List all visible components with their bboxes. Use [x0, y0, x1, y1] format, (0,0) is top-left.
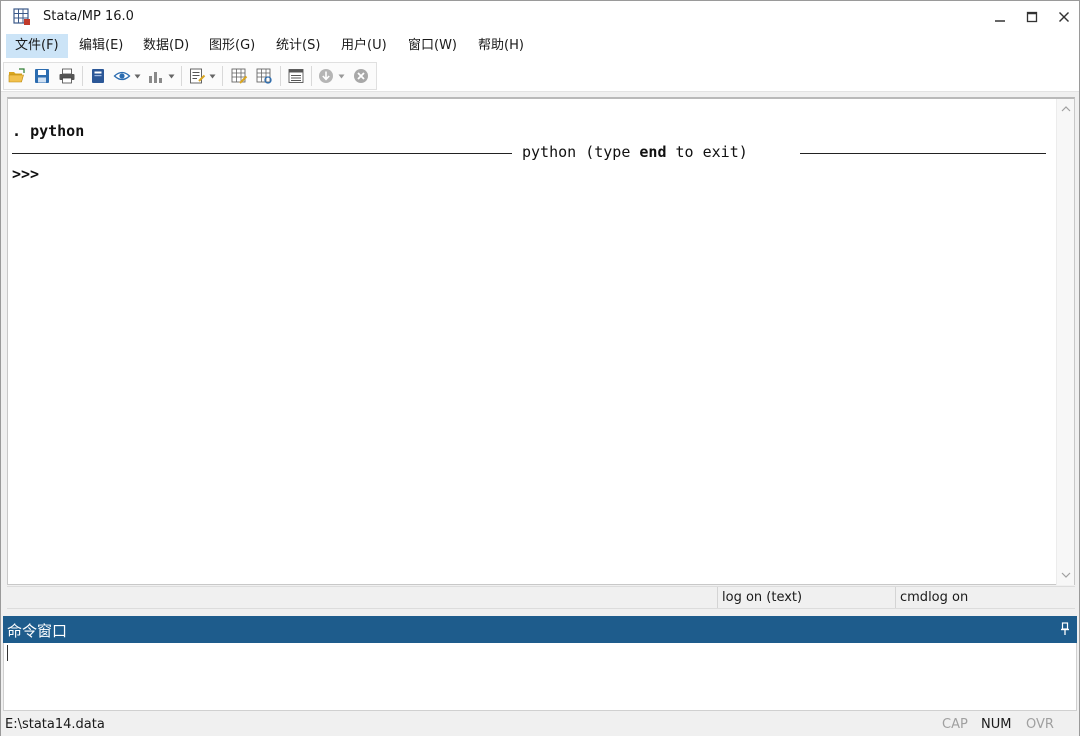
menu-user[interactable]: 用户(U): [332, 34, 396, 58]
viewer-icon[interactable]: [113, 67, 131, 85]
command-input[interactable]: [3, 643, 1077, 711]
text-caret: [7, 645, 8, 661]
cap-indicator: CAP: [942, 717, 968, 732]
scroll-down-icon[interactable]: [1061, 571, 1071, 579]
toolbar: [1, 60, 1079, 92]
results-status-row: log on (text) cmdlog on: [7, 586, 1075, 609]
toolbar-separator: [222, 66, 223, 86]
toolbar-separator: [311, 66, 312, 86]
menu-graphics[interactable]: 图形(G): [200, 34, 264, 58]
more-dropdown-icon[interactable]: [338, 74, 345, 79]
window-title: Stata/MP 16.0: [43, 9, 134, 24]
menu-help[interactable]: 帮助(H): [469, 34, 533, 58]
scroll-up-icon[interactable]: [1061, 105, 1071, 113]
graph-icon[interactable]: [147, 67, 165, 85]
maximize-icon: [1026, 11, 1038, 22]
results-command-line: . python: [12, 122, 84, 140]
graph-dropdown-icon[interactable]: [168, 74, 175, 79]
log-icon[interactable]: [89, 67, 107, 85]
pin-icon[interactable]: [1059, 622, 1071, 636]
menu-bar: 文件(F) 编辑(E) 数据(D) 图形(G) 统计(S) 用户(U) 窗口(W…: [1, 32, 1079, 60]
cmdlog-status: cmdlog on: [895, 587, 1073, 608]
menu-window[interactable]: 窗口(W): [399, 34, 466, 58]
status-bar: E:\stata14.data CAP NUM OVR: [1, 712, 1079, 736]
banner-end-keyword: end: [639, 143, 667, 161]
python-banner: python (type end to exit): [522, 143, 748, 161]
num-indicator: NUM: [981, 717, 1012, 732]
open-folder-icon[interactable]: [8, 67, 26, 85]
ovr-indicator: OVR: [1026, 717, 1054, 732]
banner-pre: python (type: [522, 143, 640, 161]
close-icon: [1059, 11, 1069, 22]
data-browser-icon[interactable]: [255, 67, 273, 85]
variables-manager-icon[interactable]: [287, 67, 305, 85]
command-text: python: [30, 122, 85, 140]
toolbar-separator: [181, 66, 182, 86]
banner-rule-right: [800, 153, 1046, 154]
break-icon[interactable]: [352, 67, 370, 85]
toolbar-separator: [82, 66, 83, 86]
menu-file[interactable]: 文件(F): [6, 34, 68, 58]
stata-main-window: Stata/MP 16.0 文件(F) 编辑(E) 数据(D) 图形(G) 统计…: [0, 0, 1080, 736]
command-prefix: .: [12, 122, 31, 140]
do-file-editor-icon[interactable]: [188, 67, 206, 85]
more-icon[interactable]: [317, 67, 335, 85]
data-editor-icon[interactable]: [230, 67, 248, 85]
banner-post: to exit): [666, 143, 748, 161]
do-file-dropdown-icon[interactable]: [209, 74, 216, 79]
save-icon[interactable]: [33, 67, 51, 85]
command-window-title: 命令窗口: [7, 622, 68, 640]
python-prompt: >>>: [12, 165, 40, 183]
close-button[interactable]: [1047, 1, 1080, 32]
stata-app-icon: [13, 8, 30, 25]
title-bar: Stata/MP 16.0: [1, 1, 1079, 32]
print-icon[interactable]: [58, 67, 76, 85]
command-window-header: 命令窗口: [3, 616, 1077, 643]
log-status: log on (text): [717, 587, 895, 608]
toolbar-separator: [280, 66, 281, 86]
menu-statistics[interactable]: 统计(S): [267, 34, 329, 58]
banner-rule-left: [12, 153, 512, 154]
minimize-icon: [995, 19, 1005, 22]
results-scrollbar[interactable]: [1056, 99, 1074, 585]
working-directory: E:\stata14.data: [5, 717, 105, 732]
menu-edit[interactable]: 编辑(E): [70, 34, 132, 58]
menu-data[interactable]: 数据(D): [134, 34, 198, 58]
viewer-dropdown-icon[interactable]: [134, 74, 141, 79]
results-window[interactable]: . python python (type end to exit) >>>: [7, 97, 1075, 585]
minimize-button[interactable]: [983, 1, 1017, 32]
maximize-button[interactable]: [1015, 1, 1049, 32]
